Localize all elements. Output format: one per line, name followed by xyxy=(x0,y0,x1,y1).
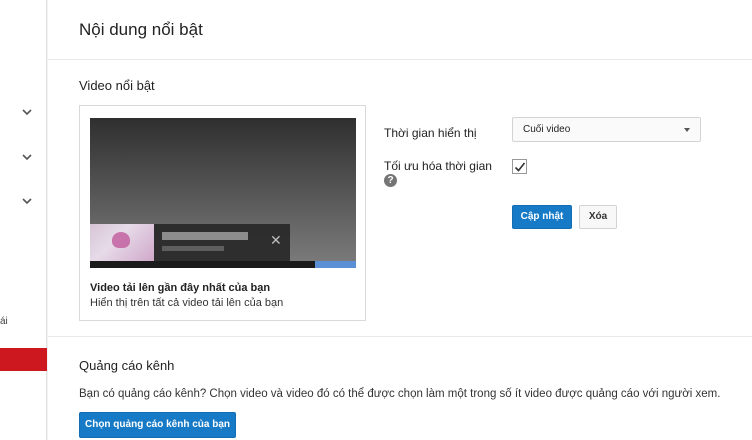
display-time-select[interactable]: Cuối video xyxy=(512,117,701,142)
main-content: Nội dung nổi bật Video nổi bật ✕ Video t… xyxy=(48,0,752,440)
preview-card-title: Video tải lên gần đây nhất của bạn xyxy=(90,282,271,294)
divider xyxy=(48,336,752,337)
sidebar-item-label[interactable]: ái xyxy=(0,316,8,327)
featured-video-heading: Video nổi bật xyxy=(79,78,155,93)
featured-video-overlay: ✕ xyxy=(90,224,290,262)
checkmark-icon xyxy=(514,162,526,172)
overlay-title-placeholder xyxy=(162,232,248,240)
optimize-time-label: Tối ưu hóa thời gian xyxy=(384,159,492,173)
progress-fill xyxy=(315,261,356,268)
close-icon: ✕ xyxy=(270,232,282,248)
video-progress-bar xyxy=(90,261,356,268)
display-time-label: Thời gian hiển thị xyxy=(384,126,477,140)
help-icon[interactable]: ? xyxy=(384,174,397,187)
chevron-down-icon[interactable] xyxy=(21,195,33,207)
channel-promo-description: Bạn có quảng cáo kênh? Chọn video và vid… xyxy=(79,388,721,400)
page-title: Nội dung nổi bật xyxy=(79,20,203,39)
divider xyxy=(48,59,752,60)
channel-promo-heading: Quảng cáo kênh xyxy=(79,358,175,373)
chevron-down-icon[interactable] xyxy=(21,106,33,118)
left-sidebar: ái xyxy=(0,0,47,440)
choose-channel-promo-button[interactable]: Chọn quảng cáo kênh của bạn xyxy=(79,412,236,438)
overlay-subtitle-placeholder xyxy=(162,246,224,251)
video-preview: ✕ xyxy=(90,118,356,268)
delete-button[interactable]: Xóa xyxy=(579,205,617,229)
update-button[interactable]: Cập nhật xyxy=(512,205,572,229)
sidebar-item-active[interactable] xyxy=(0,348,47,371)
optimize-time-checkbox[interactable] xyxy=(512,159,527,174)
video-thumbnail xyxy=(90,224,154,262)
chevron-down-icon[interactable] xyxy=(21,151,33,163)
caret-down-icon xyxy=(684,128,690,132)
preview-card-subtitle: Hiển thị trên tất cả video tải lên của b… xyxy=(90,297,284,309)
featured-video-preview: ✕ Video tải lên gần đây nhất của bạn Hiể… xyxy=(79,105,366,321)
display-time-value: Cuối video xyxy=(523,124,571,135)
